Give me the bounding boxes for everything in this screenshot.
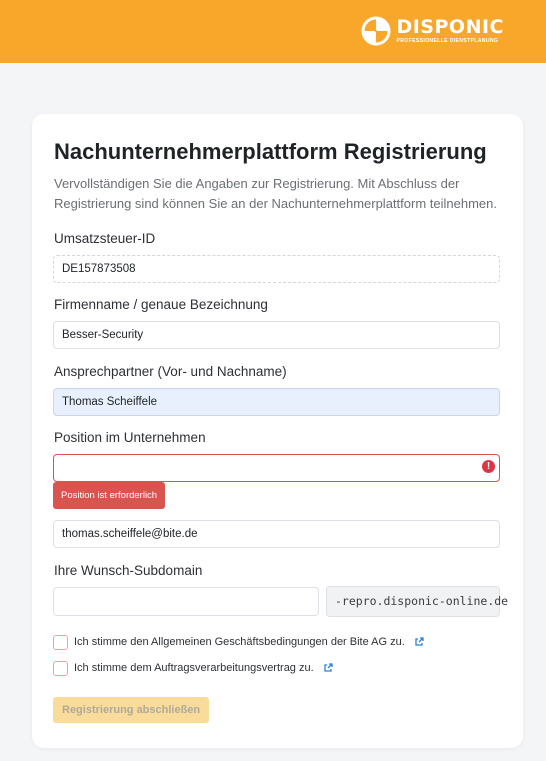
page-title: Nachunternehmerplattform Registrierung [54,139,487,164]
position-error-message: Position ist erforderlich [53,482,166,509]
position-field[interactable] [53,454,500,482]
dpa-row: Ich stimme dem Auftragsverarbeitungsvert… [53,659,333,677]
vat-id-label: Umsatzsteuer-ID [54,231,156,246]
contact-person-field[interactable] [53,388,500,416]
terms-label: Ich stimme den Allgemeinen Geschäftsbedi… [74,636,405,648]
company-name-field[interactable] [53,321,500,349]
external-link-icon[interactable] [323,663,333,673]
page-subtitle: Vervollständigen Sie die Angaben zur Reg… [54,176,497,211]
external-link-icon[interactable] [414,637,424,647]
subdomain-label: Ihre Wunsch-Subdomain [54,563,203,578]
subdomain-field[interactable] [53,587,319,616]
dpa-label: Ich stimme dem Auftragsverarbeitungsvert… [74,662,314,674]
terms-row: Ich stimme den Allgemeinen Geschäftsbedi… [53,633,424,651]
contact-person-label: Ansprechpartner (Vor- und Nachname) [54,364,287,379]
registration-card: Nachunternehmerplattform Registrierung V… [32,114,523,748]
header-bar: DISPONIC PROFESSIONELLE DIENSTPLANUNG [0,0,546,63]
terms-checkbox[interactable] [53,634,68,650]
disponic-logo-icon [361,16,391,46]
position-label: Position im Unternehmen [54,430,206,445]
company-name-label: Firmenname / genaue Bezeichnung [54,297,268,312]
vat-id-field[interactable] [53,255,500,283]
exclamation-circle-icon: ! [482,460,495,473]
dpa-checkbox[interactable] [53,660,68,676]
subdomain-suffix: -repro.disponic-online.de [326,586,508,617]
brand-logo: DISPONIC PROFESSIONELLE DIENSTPLANUNG [361,14,504,48]
brand-tagline: PROFESSIONELLE DIENSTPLANUNG [396,37,499,44]
email-field[interactable] [53,520,500,548]
brand-name: DISPONIC [396,15,504,38]
submit-button[interactable]: Registrierung abschließen [53,697,210,723]
